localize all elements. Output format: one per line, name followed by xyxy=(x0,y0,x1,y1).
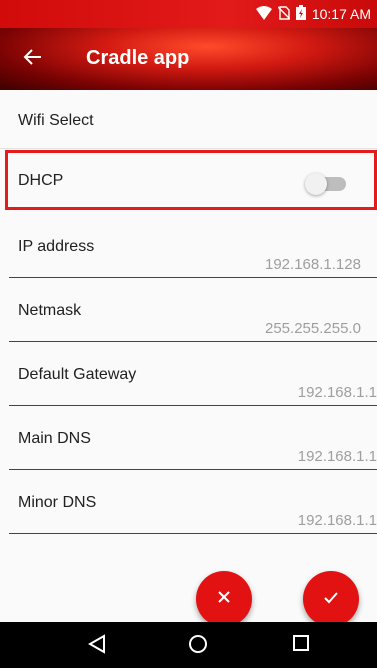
nav-recents-icon[interactable] xyxy=(292,634,310,657)
ip-address-label: IP address xyxy=(18,238,95,255)
confirm-button[interactable] xyxy=(303,571,359,627)
minor-dns-label: Minor DNS xyxy=(18,494,97,511)
default-gateway-label: Default Gateway xyxy=(18,366,137,383)
status-bar: 10:17 AM xyxy=(0,0,377,28)
main-dns-label: Main DNS xyxy=(18,430,91,447)
minor-dns-row[interactable]: Minor DNS 192.168.1.1 xyxy=(9,470,377,534)
main-dns-row[interactable]: Main DNS 192.168.1.1 xyxy=(9,406,377,470)
minor-dns-field[interactable]: 192.168.1.1 xyxy=(298,512,377,529)
page-title: Cradle app xyxy=(86,47,190,69)
netmask-row[interactable]: Netmask 255.255.255.0 xyxy=(9,278,377,342)
status-time: 10:17 AM xyxy=(311,6,371,22)
highlight-box xyxy=(5,150,377,210)
battery-charging-icon xyxy=(295,5,306,23)
cancel-button[interactable] xyxy=(196,571,252,627)
wifi-select-row[interactable]: Wifi Select xyxy=(9,90,377,148)
wifi-icon xyxy=(255,5,272,23)
wifi-select-label: Wifi Select xyxy=(18,112,94,129)
ip-address-row[interactable]: IP address 192.168.1.128 xyxy=(9,214,377,278)
netmask-label: Netmask xyxy=(18,302,82,319)
netmask-field[interactable]: 255.255.255.0 xyxy=(265,320,377,337)
arrow-left-icon[interactable] xyxy=(22,46,44,68)
nav-back-icon[interactable] xyxy=(87,634,106,659)
app-bar: Cradle app xyxy=(0,28,377,90)
default-gateway-row[interactable]: Default Gateway 192.168.1.1 xyxy=(9,342,377,406)
ip-address-field[interactable]: 192.168.1.128 xyxy=(265,256,377,273)
main-dns-field[interactable]: 192.168.1.1 xyxy=(298,448,377,465)
nav-home-icon[interactable] xyxy=(188,634,208,659)
minor-dns-underline xyxy=(9,533,377,534)
check-icon xyxy=(323,590,339,609)
navigation-bar xyxy=(0,622,377,668)
default-gateway-field[interactable]: 192.168.1.1 xyxy=(298,384,377,401)
divider xyxy=(0,148,377,149)
status-icons: 10:17 AM xyxy=(255,5,371,23)
close-icon xyxy=(217,590,231,609)
no-sim-icon xyxy=(277,5,291,23)
